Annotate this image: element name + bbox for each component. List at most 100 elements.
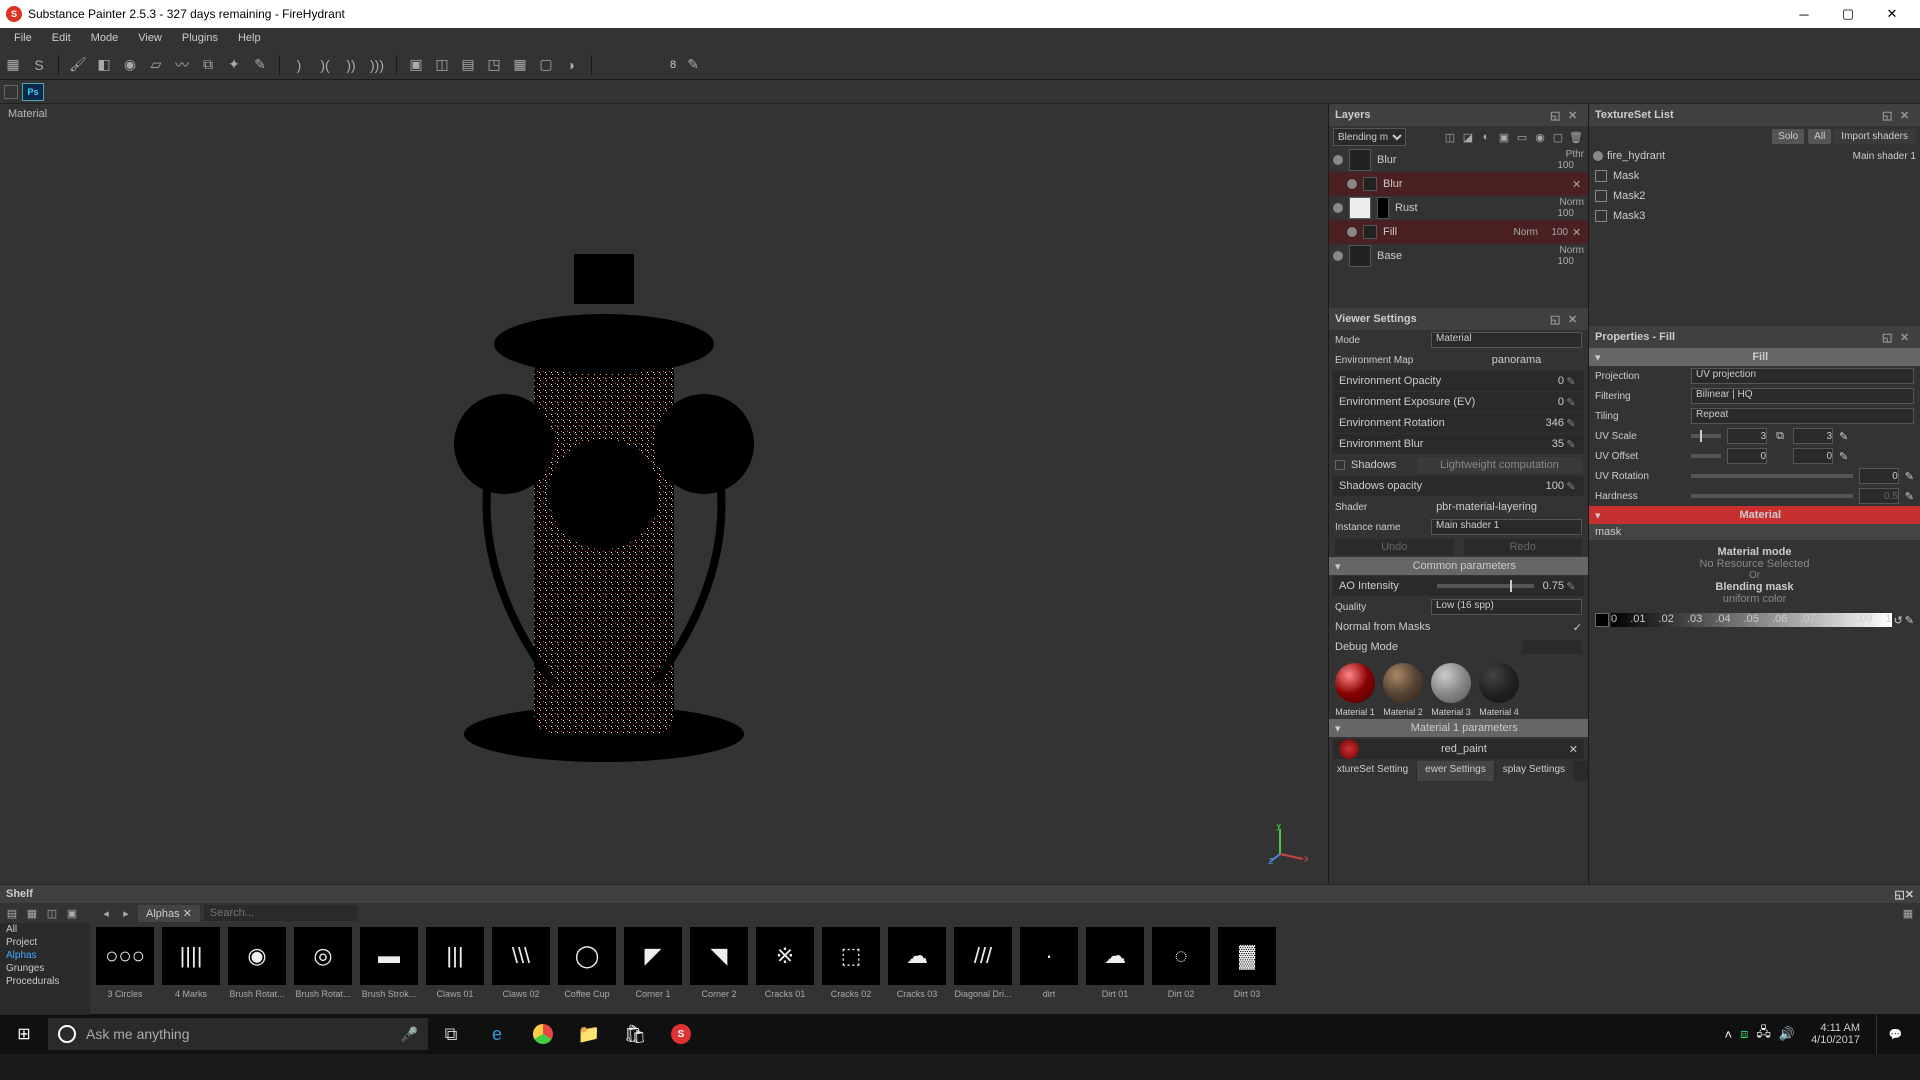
normal-masks-checkbox[interactable]: ✓ [1573,621,1582,634]
uvrotation-slider[interactable] [1691,474,1853,478]
smudge-icon[interactable]: 〰 [173,56,191,74]
menu-plugins[interactable]: Plugins [172,28,228,50]
edge-icon[interactable]: e [474,1014,520,1054]
pen-icon[interactable]: ✎ [1564,417,1578,430]
close-button[interactable]: ✕ [1870,0,1914,28]
shadows-checkbox[interactable] [1335,460,1345,470]
layer-thumb[interactable] [1349,149,1371,171]
uvscale-y-input[interactable] [1793,428,1833,444]
pen-icon[interactable]: ✎ [1839,430,1848,443]
add-smart-icon[interactable]: ◉ [1532,129,1548,145]
close-icon[interactable]: ✕ [1900,331,1914,344]
minimize-button[interactable]: ─ [1782,0,1826,28]
shelf-search-input[interactable] [204,905,358,921]
env-exposure-row[interactable]: Environment Exposure (EV)0✎ [1333,392,1584,412]
pen-icon[interactable]: ✎ [1564,438,1578,451]
close-icon[interactable]: ✕ [1900,109,1914,122]
shadow-comp-button[interactable]: Lightweight computation [1417,457,1582,473]
visibility-icon[interactable] [1347,179,1357,189]
pen-icon[interactable]: ✎ [1564,375,1578,388]
sym-full-icon[interactable]: ))) [368,56,386,74]
add-adjust-icon[interactable]: ◐ [1478,129,1494,145]
ortho-icon[interactable]: ◫ [433,56,451,74]
shelf-cat-all[interactable]: All [0,923,90,936]
shelf-item[interactable]: ◉Brush Rotat... [226,927,288,1011]
env-blur-row[interactable]: Environment Blur35✎ [1333,434,1584,454]
scene-icon[interactable]: ▦ [511,56,529,74]
undock-icon[interactable]: ◱ [1550,313,1564,326]
remove-effect-icon[interactable]: ✕ [1572,226,1584,239]
debug-select[interactable] [1522,640,1582,654]
shelf-fwd-icon[interactable]: ▸ [118,905,134,921]
tray-network-icon[interactable]: 🖧 [1756,1023,1771,1045]
shelf-item[interactable]: ○○○3 Circles [94,927,156,1011]
projection-icon[interactable]: ◉ [121,56,139,74]
menu-edit[interactable]: Edit [42,28,81,50]
viewport[interactable]: Material y [0,104,1328,884]
layer-thumb[interactable] [1349,197,1371,219]
undock-icon[interactable]: ◱ [1882,109,1896,122]
mask-row[interactable]: Mask3 [1589,206,1920,226]
ao-intensity-row[interactable]: AO Intensity0.75✎ [1333,576,1584,596]
shelf-item[interactable]: ◥Corner 2 [688,927,750,1011]
color-swatch[interactable] [1595,613,1609,627]
cube-icon[interactable]: ◳ [485,56,503,74]
layer-row[interactable]: Blur✕ [1329,172,1588,196]
microphone-icon[interactable]: 🎤 [401,1026,418,1043]
export-ps-checkbox[interactable] [4,85,18,99]
polyfill-icon[interactable]: ▱ [147,56,165,74]
tray-dropbox-icon[interactable]: ⧈ [1740,1026,1748,1042]
grid-icon[interactable]: ▦ [4,56,22,74]
uvoffset-slider[interactable] [1691,454,1721,458]
add-fill-icon[interactable]: ▣ [1496,129,1512,145]
render-icon[interactable]: ▢ [537,56,555,74]
visibility-icon[interactable] [1333,155,1343,165]
shelf-item[interactable]: ▓Dirt 03 [1216,927,1278,1011]
shelf-item[interactable]: ·dirt [1018,927,1080,1011]
shelf-cat-alphas[interactable]: Alphas [0,949,90,962]
tab-display[interactable]: splay Settings [1495,761,1573,781]
remove-effect-icon[interactable]: ✕ [1572,178,1584,191]
visibility-icon[interactable] [1593,151,1603,161]
material-section-header[interactable]: ▾Material [1589,506,1920,524]
mask-row[interactable]: Mask [1589,166,1920,186]
maximize-button[interactable]: ▢ [1826,0,1870,28]
shelf-item[interactable]: ||||4 Marks [160,927,222,1011]
brush-icon[interactable]: 🖌 [69,56,87,74]
picker-icon[interactable]: ✎ [251,56,269,74]
close-icon[interactable]: ✕ [1905,888,1914,901]
start-button[interactable]: ⊞ [0,1014,48,1054]
shelf-tab-alphas[interactable]: Alphas ✕ [138,905,200,922]
menu-file[interactable]: File [4,28,42,50]
mask-row[interactable]: Mask2 [1589,186,1920,206]
tray-expand-icon[interactable]: ˄ [1725,1027,1733,1042]
shelf-item[interactable]: ///Diagonal Dri... [952,927,1014,1011]
shelf-item[interactable]: ◌Dirt 02 [1150,927,1212,1011]
mode-select[interactable]: Material [1431,332,1582,348]
material-ball-4[interactable] [1479,663,1519,703]
layer-row[interactable]: FillNorm100✕ [1329,220,1588,244]
task-view-icon[interactable]: ⧉ [428,1014,474,1054]
material-ball-3[interactable] [1431,663,1471,703]
uvscale-slider[interactable] [1691,434,1721,438]
persp-icon[interactable]: ▣ [407,56,425,74]
shelf-item[interactable]: ☁Cracks 03 [886,927,948,1011]
layer-thumb[interactable] [1349,245,1371,267]
mask-checkbox[interactable] [1595,210,1607,222]
effect-icon[interactable] [1363,177,1377,191]
reset-icon[interactable]: ↺ [1894,614,1903,627]
all-button[interactable]: All [1808,129,1831,144]
uvoffset-y-input[interactable] [1793,448,1833,464]
shelf-item[interactable]: ◯Coffee Cup [556,927,618,1011]
mask-checkbox[interactable] [1595,170,1607,182]
add-mask-icon[interactable]: ◪ [1460,129,1476,145]
blending-select[interactable]: Blending m [1333,128,1406,146]
env-rotation-row[interactable]: Environment Rotation346✎ [1333,413,1584,433]
close-icon[interactable]: ✕ [1568,109,1582,122]
close-icon[interactable]: ✕ [183,908,192,920]
textureset-item[interactable]: fire_hydrantMain shader 1 [1589,146,1920,166]
menu-mode[interactable]: Mode [81,28,129,50]
env-opacity-row[interactable]: Environment Opacity0✎ [1333,371,1584,391]
color-slider[interactable]: 0.01.02.03.04.05.06.07.08.091 [1611,613,1892,627]
redo-button[interactable]: Redo [1464,539,1583,555]
